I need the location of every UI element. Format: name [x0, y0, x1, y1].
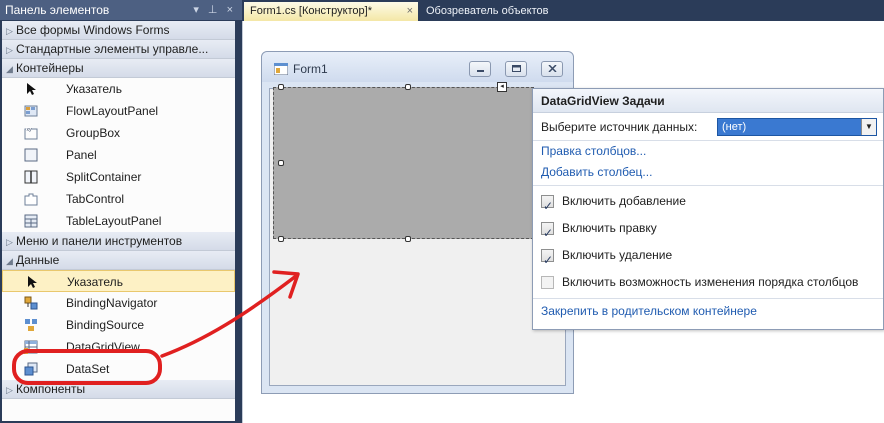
panel-icon	[24, 148, 38, 162]
maximize-button[interactable]	[505, 61, 527, 77]
checkbox-checked-icon[interactable]: ✓	[541, 222, 554, 240]
toolbox-item-flowlayoutpanel[interactable]: FlowLayoutPanel	[2, 100, 235, 122]
toolbox-item-tabcontrol[interactable]: TabControl	[2, 188, 235, 210]
expand-arrow-icon: ▷	[6, 45, 13, 55]
groupbox-icon: xy	[24, 127, 38, 140]
add-column-link[interactable]: Добавить столбец...	[533, 162, 883, 183]
toolbox-item-panel[interactable]: Panel	[2, 144, 235, 166]
collapse-arrow-icon: ◢	[6, 64, 13, 74]
expand-arrow-icon: ▷	[6, 26, 13, 36]
datagridview-icon	[24, 340, 38, 354]
form1-caption[interactable]: Form1	[262, 52, 573, 82]
minimize-button[interactable]	[469, 61, 491, 77]
toolbox-window-controls[interactable]: ▾ ⊥ ×	[193, 0, 236, 20]
smart-tag-glyph-icon[interactable]: ◂	[497, 82, 507, 92]
resize-handle[interactable]	[405, 84, 411, 90]
expand-arrow-icon: ▷	[6, 237, 13, 247]
minimize-icon	[477, 70, 484, 72]
tabcontrol-icon	[24, 193, 38, 206]
data-source-row: Выберите источник данных: (нет) ▼	[533, 113, 883, 141]
tab-form1-designer[interactable]: Form1.cs [Конструктор]* ×	[244, 2, 418, 21]
toolbox-title: Панель элементов	[5, 3, 110, 17]
tab-object-browser[interactable]: Обозреватель объектов	[420, 2, 554, 21]
resize-handle[interactable]	[405, 236, 411, 242]
data-source-label: Выберите источник данных:	[541, 120, 698, 134]
toolbox-item-groupbox[interactable]: xy GroupBox	[2, 122, 235, 144]
form-icon	[274, 63, 288, 75]
tablelayoutpanel-icon	[24, 214, 38, 228]
bindingnavigator-icon	[24, 296, 38, 310]
divider	[533, 298, 883, 299]
toolbox-group-data[interactable]: ◢ Данные	[2, 251, 235, 270]
toolbox-title-bar: Панель элементов ▾ ⊥ ×	[0, 0, 242, 20]
toolbox-item-pointer[interactable]: Указатель	[2, 78, 235, 100]
splitcontainer-icon	[24, 170, 38, 184]
enable-column-reordering-checkbox[interactable]: Включить возможность изменения порядка с…	[533, 269, 883, 296]
pointer-icon	[27, 83, 36, 95]
toolbox-item-datagridview[interactable]: DataGridView	[2, 336, 235, 358]
toolbox-item-bindingsource[interactable]: BindingSource	[2, 314, 235, 336]
close-icon	[548, 65, 557, 72]
expand-arrow-icon: ▷	[6, 385, 13, 395]
enable-adding-checkbox[interactable]: ✓ Включить добавление	[533, 188, 883, 215]
toolbox-group-components[interactable]: ▷ Компоненты	[2, 380, 235, 399]
bindingsource-icon	[25, 319, 37, 331]
toolbox-item-tablelayoutpanel[interactable]: TableLayoutPanel	[2, 210, 235, 232]
checkbox-checked-icon[interactable]: ✓	[541, 249, 554, 267]
chevron-down-icon[interactable]: ▼	[861, 119, 876, 135]
checkbox-unchecked-icon[interactable]	[541, 276, 554, 289]
designer-surface[interactable]: Form1 ◂ DataGridView Задачи Выберите ист…	[242, 21, 884, 423]
toolbox-group-all-forms[interactable]: ▷ Все формы Windows Forms	[2, 21, 235, 40]
toolbox-list: ▷ Все формы Windows Forms ▷ Стандартные эл…	[2, 21, 235, 421]
flowlayoutpanel-icon	[24, 105, 38, 117]
resize-handle[interactable]	[278, 236, 284, 242]
data-source-value: (нет)	[722, 121, 747, 133]
document-tab-strip: Form1.cs [Конструктор]* × Обозреватель о…	[242, 0, 884, 21]
toolbox-item-splitcontainer[interactable]: SplitContainer	[2, 166, 235, 188]
toolbox-group-menus-toolbars[interactable]: ▷ Меню и панели инструментов	[2, 232, 235, 251]
pointer-icon	[28, 276, 37, 288]
tasks-header: DataGridView Задачи	[533, 89, 883, 113]
enable-editing-checkbox[interactable]: ✓ Включить правку	[533, 215, 883, 242]
resize-handle[interactable]	[278, 160, 284, 166]
close-button[interactable]	[541, 61, 563, 77]
toolbox-item-pointer-data[interactable]: Указатель	[2, 270, 235, 292]
datagridview-control[interactable]	[273, 87, 534, 239]
divider	[533, 185, 883, 186]
resize-handle[interactable]	[278, 84, 284, 90]
toolbox-item-dataset[interactable]: DataSet	[2, 358, 235, 380]
edit-columns-link[interactable]: Правка столбцов...	[533, 141, 883, 162]
dataset-icon	[24, 362, 38, 376]
datagridview-tasks-panel: DataGridView Задачи Выберите источник да…	[532, 88, 884, 330]
svg-text:xy: xy	[27, 127, 33, 133]
enable-deleting-checkbox[interactable]: ✓ Включить удаление	[533, 242, 883, 269]
dock-in-parent-link[interactable]: Закрепить в родительском контейнере	[533, 301, 883, 322]
toolbox-group-containers[interactable]: ◢ Контейнеры	[2, 59, 235, 78]
maximize-icon	[512, 65, 521, 72]
data-source-combobox[interactable]: (нет) ▼	[717, 118, 877, 136]
toolbox-panel: Панель элементов ▾ ⊥ × ▷ Все формы Window…	[0, 0, 242, 423]
checkbox-checked-icon[interactable]: ✓	[541, 195, 554, 213]
form1-title: Form1	[293, 62, 328, 76]
toolbox-group-common-controls[interactable]: ▷ Стандартные элементы управле...	[2, 40, 235, 59]
collapse-arrow-icon: ◢	[6, 256, 13, 266]
close-icon[interactable]: ×	[407, 2, 413, 21]
toolbox-item-bindingnavigator[interactable]: BindingNavigator	[2, 292, 235, 314]
